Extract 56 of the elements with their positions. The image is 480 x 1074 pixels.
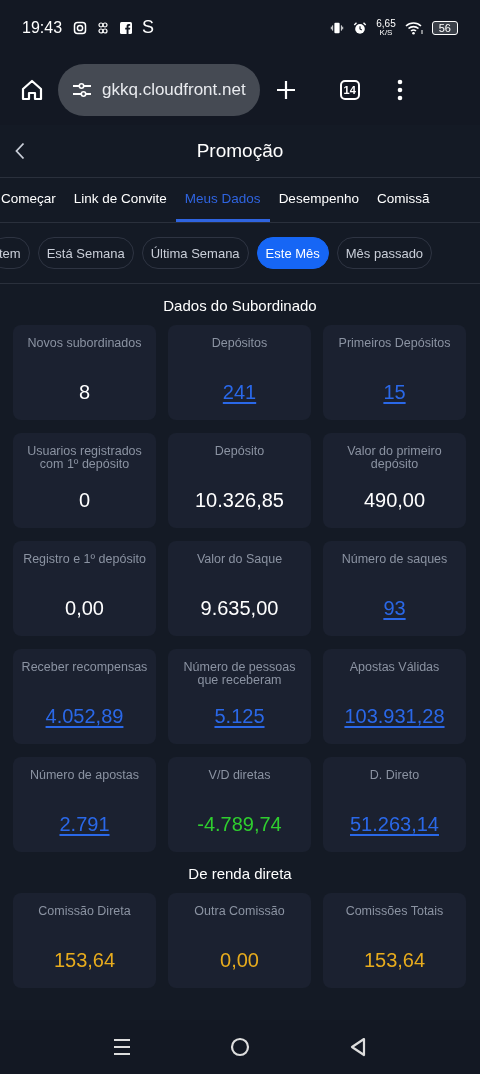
stat-label: Apostas Válidas [349, 661, 440, 676]
stat-label: Depósitos [211, 337, 268, 352]
stat-value: 490,00 [363, 489, 426, 512]
home-icon[interactable] [20, 78, 44, 102]
stat-label: Novos subordinados [27, 337, 142, 352]
tab[interactable]: Começar [0, 178, 65, 222]
app-glyph: S [142, 17, 155, 38]
alarm-icon [353, 20, 368, 35]
stat-label: Depósito [214, 445, 265, 460]
stat-label: Primeiros Depósitos [338, 337, 451, 352]
period-chip[interactable]: Este Mês [256, 237, 329, 269]
tab-count-button[interactable]: 14 [339, 80, 360, 100]
menu-icon[interactable] [112, 1037, 132, 1057]
stat-label: Receber recompensas [21, 661, 148, 676]
stat-label: Valor do Saque [196, 553, 283, 568]
menu-icon[interactable] [395, 78, 404, 102]
tab[interactable]: Desempenho [269, 178, 368, 222]
tab[interactable]: Link de Convite [64, 178, 176, 222]
stat-value: -4.789,74 [197, 813, 282, 836]
stat-label: D. Direto [369, 769, 420, 784]
home-button-icon[interactable] [230, 1037, 250, 1057]
stat-label: Número de saques [341, 553, 448, 568]
tab[interactable]: Comissã [367, 178, 439, 222]
stat-value: 8 [78, 381, 91, 404]
stat-label: Registro e 1º depósito [23, 553, 146, 568]
back-button-icon[interactable] [348, 1037, 368, 1057]
stat-value: 0,00 [65, 597, 104, 620]
facebook-icon [119, 20, 134, 35]
stat-label: Comissões Totais [345, 905, 444, 920]
stat-value: 0 [78, 489, 91, 512]
section-title: De renda direta [187, 864, 293, 884]
wifi-icon [404, 20, 423, 35]
dots-icon [96, 20, 111, 35]
stat-value: 10.326,85 [195, 489, 284, 512]
stat-label: Número de pessoas que receberam [182, 661, 297, 689]
stat-label: V/D diretas [208, 769, 271, 784]
address-bar[interactable]: gkkq.cloudfront.net [58, 64, 260, 116]
stat-value: 9.635,00 [200, 597, 279, 620]
stat-value: 0,00 [220, 949, 259, 972]
stat-label: Usuarios registrados com 1º depósito [26, 445, 143, 473]
battery-level: 56 [431, 20, 458, 35]
site-settings-icon[interactable] [72, 82, 92, 98]
back-icon[interactable] [15, 142, 25, 160]
stat-value: 153,64 [53, 949, 116, 972]
stat-label: Outra Comissão [194, 905, 285, 920]
page-title: Promoção [196, 140, 284, 162]
stat-label: Valor do primeiro depósito [346, 445, 443, 473]
speed-unit: K/S [379, 28, 393, 37]
section-title: Dados do Subordinado [162, 296, 318, 316]
camera-icon [73, 20, 88, 35]
network-speed: 6,65 [376, 18, 396, 29]
stat-label: Número de apostas [29, 769, 140, 784]
vibrate-icon [330, 20, 345, 35]
stat-label: Comissão Direta [38, 905, 131, 920]
stat-value: 153,64 [363, 949, 426, 972]
clock-time: 19:43 [22, 18, 63, 37]
